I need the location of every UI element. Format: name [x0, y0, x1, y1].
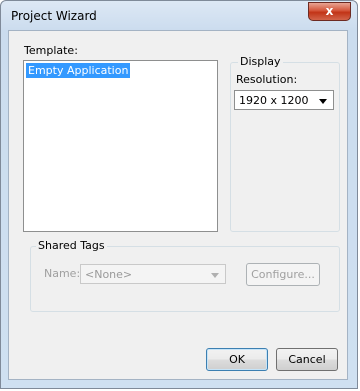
close-button[interactable]: x	[308, 2, 351, 21]
chevron-down-icon	[211, 273, 219, 278]
ok-button[interactable]: OK	[206, 348, 268, 371]
template-list-item[interactable]: Empty Application	[26, 63, 131, 78]
close-icon: x	[325, 4, 334, 18]
resolution-select[interactable]: 1920 x 1200	[234, 90, 334, 110]
configure-button[interactable]: Configure...	[246, 263, 320, 286]
name-combobox[interactable]: <None>	[80, 264, 226, 284]
chevron-down-icon	[319, 99, 327, 104]
template-label: Template:	[24, 44, 78, 57]
template-listbox[interactable]: Empty Application	[23, 60, 218, 232]
shared-tags-group-title: Shared Tags	[36, 239, 107, 252]
cancel-button[interactable]: Cancel	[276, 348, 338, 371]
name-value: <None>	[85, 268, 133, 281]
display-groupbox	[230, 62, 340, 232]
title-bar[interactable]: Project Wizard x	[1, 1, 357, 31]
resolution-label: Resolution:	[236, 73, 298, 86]
resolution-value: 1920 x 1200	[239, 94, 309, 107]
window-title: Project Wizard	[11, 9, 97, 23]
name-label: Name:	[44, 267, 81, 280]
display-group-title: Display	[238, 55, 283, 68]
